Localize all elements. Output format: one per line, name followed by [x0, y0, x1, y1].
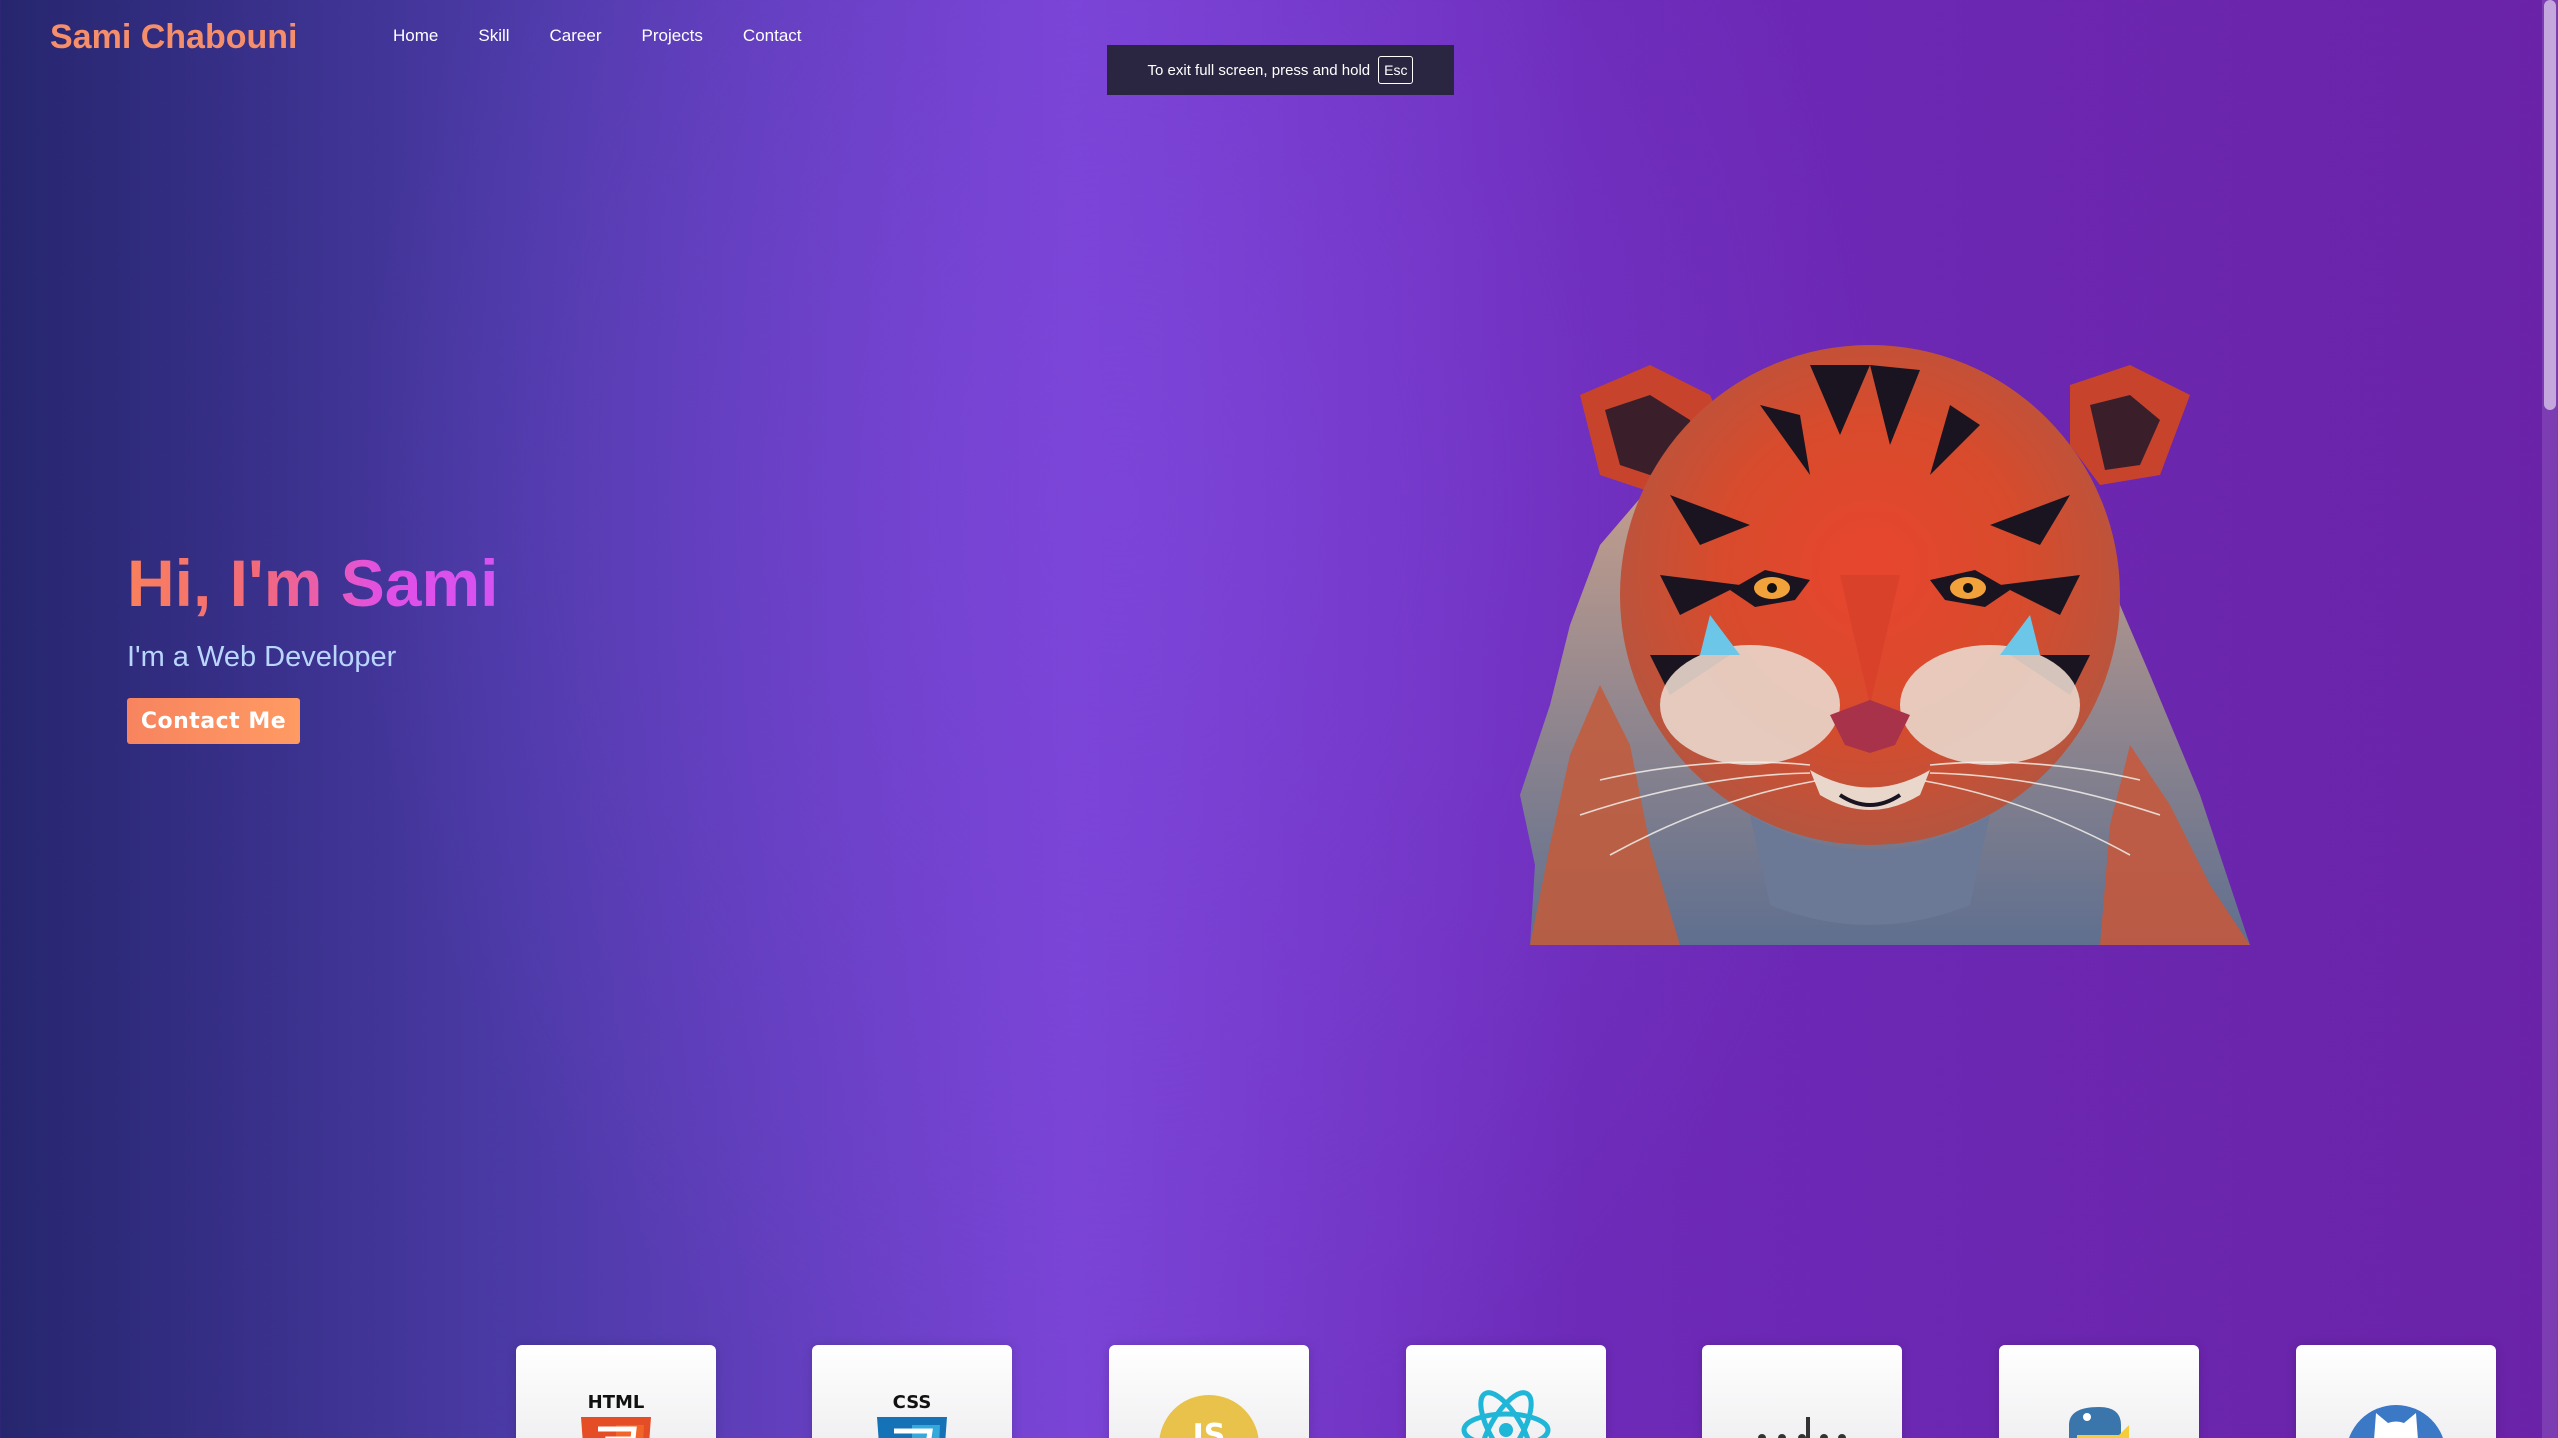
- fullscreen-notice-text: To exit full screen, press and hold: [1147, 61, 1371, 79]
- esc-key-hint: Esc: [1378, 56, 1414, 84]
- fullscreen-exit-notice: To exit full screen, press and hold Esc: [1107, 45, 1454, 95]
- hero-title: Hi, I'm Sami: [127, 546, 499, 620]
- python-icon: [2069, 1407, 2129, 1438]
- html5-icon: HTML: [581, 1392, 651, 1438]
- html-label: HTML: [588, 1392, 645, 1413]
- hero-subtitle: I'm a Web Developer: [127, 641, 397, 673]
- skill-card-javascript: JS: [1109, 1345, 1309, 1438]
- css3-icon: CSS: [877, 1392, 947, 1438]
- nav-projects[interactable]: Projects: [642, 26, 703, 46]
- skill-card-nodejs: [1702, 1345, 1902, 1438]
- javascript-icon: JS: [1159, 1395, 1259, 1438]
- nodejs-icon: [1758, 1417, 1846, 1438]
- tiger-illustration: [1520, 345, 2250, 945]
- main-nav: Home Skill Career Projects Contact: [393, 26, 842, 46]
- nav-contact[interactable]: Contact: [743, 26, 802, 46]
- js-label: JS: [1191, 1418, 1226, 1438]
- brand-logo[interactable]: Sami Chabouni: [50, 18, 297, 57]
- scroll-thumb[interactable]: [2544, 0, 2556, 410]
- nav-skill[interactable]: Skill: [478, 26, 509, 46]
- contact-me-button[interactable]: Contact Me: [127, 698, 300, 744]
- skill-card-css: CSS: [812, 1345, 1012, 1438]
- nav-career[interactable]: Career: [550, 26, 602, 46]
- page-scrollbar[interactable]: [2542, 0, 2558, 1438]
- skill-card-html: HTML: [516, 1345, 716, 1438]
- skill-card-python: [1999, 1345, 2199, 1438]
- skill-card-react: [1406, 1345, 1606, 1438]
- skill-card-github: [2296, 1345, 2496, 1438]
- github-icon: [2348, 1405, 2444, 1438]
- css-label: CSS: [893, 1392, 932, 1413]
- react-icon: [1461, 1390, 1551, 1438]
- nav-home[interactable]: Home: [393, 26, 438, 46]
